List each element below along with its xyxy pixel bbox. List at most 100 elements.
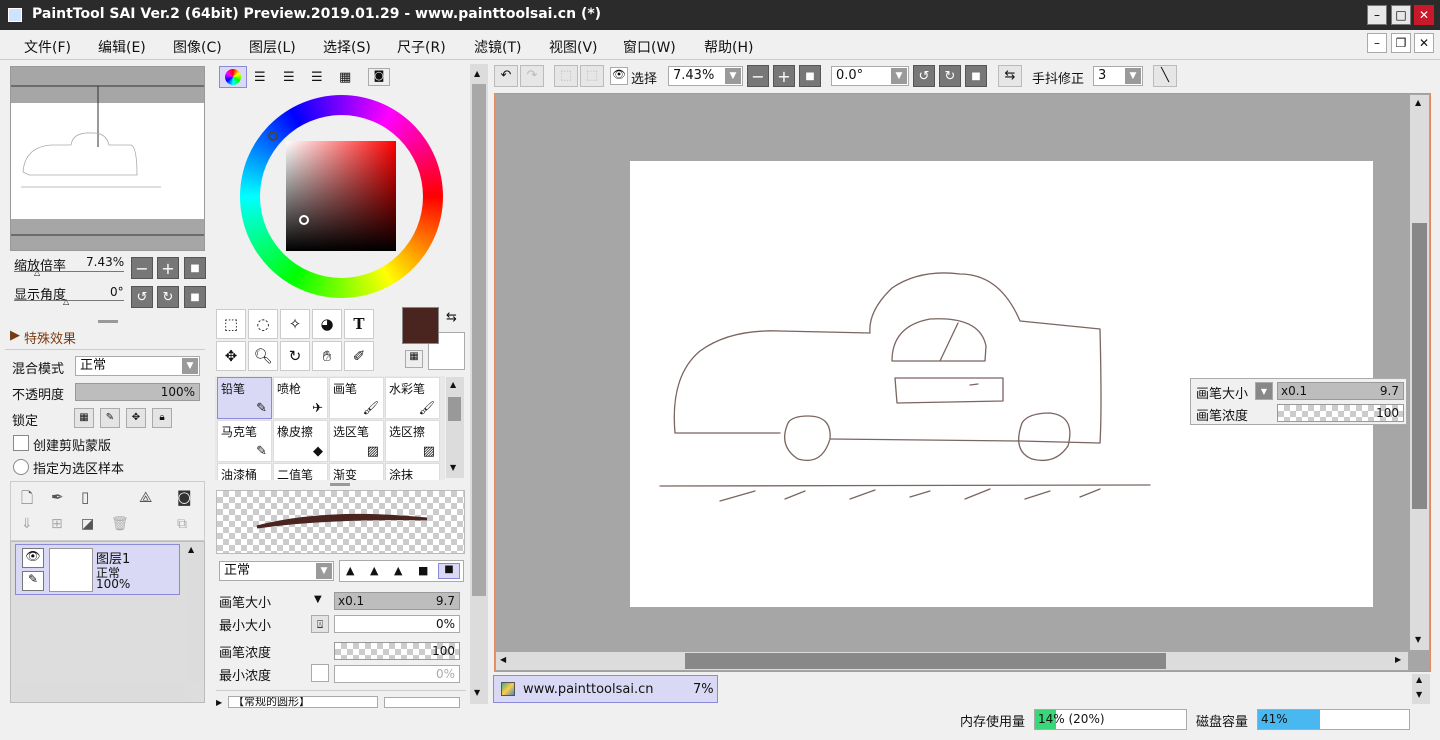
maximize-button[interactable]: □ — [1391, 5, 1411, 25]
close-button[interactable]: ✕ — [1414, 5, 1434, 25]
brush-scrollbar[interactable]: ▲ ▼ — [446, 377, 464, 478]
density-slider[interactable]: 100 — [334, 642, 460, 660]
preset-extra[interactable] — [384, 697, 460, 708]
pencil-icon[interactable]: ✎ — [22, 571, 44, 591]
swatches-tab[interactable]: ☰ — [311, 70, 323, 85]
brush-size-menu-icon[interactable]: ▼ — [314, 594, 322, 605]
panel-grip[interactable] — [330, 483, 350, 486]
pressure-size-icon[interactable]: ⍍ — [311, 615, 329, 633]
hsv-slider-tab[interactable]: ☰ — [283, 70, 295, 85]
clear-layer-icon[interactable]: ◪ — [81, 516, 94, 532]
menu-select[interactable]: 选择(S) — [323, 37, 371, 57]
toolbar-rotate-reset-button[interactable]: ■ — [965, 65, 987, 87]
panel-grip[interactable] — [98, 320, 118, 323]
delete-layer-icon[interactable]: 🗑︎ — [111, 516, 129, 532]
brush-blur[interactable]: 涂抹 — [385, 463, 440, 480]
angle-select[interactable]: 0.0° ▼ — [831, 66, 909, 86]
scroll-down-icon[interactable]: ▼ — [1415, 635, 1421, 644]
brush-shape-4-icon[interactable]: ■ — [418, 564, 428, 577]
tab-scroll[interactable]: ▲ ▼ — [1412, 674, 1430, 704]
mixer-tab[interactable]: ▦ — [339, 70, 351, 85]
menu-filter[interactable]: 滤镜(T) — [474, 37, 521, 57]
lock-move-icon[interactable]: ✥ — [126, 408, 146, 428]
brush-marker[interactable]: 马克笔 ✎ — [217, 420, 272, 462]
transparent-color-icon[interactable]: ▦ — [405, 350, 423, 368]
eyedropper-tool[interactable]: ✐ — [344, 341, 374, 371]
canvas-hscrollbar[interactable]: ◀ ▶ — [496, 652, 1408, 670]
rgb-slider-tab[interactable]: ☰ — [254, 70, 266, 85]
scroll-up-icon[interactable]: ▲ — [450, 380, 456, 389]
brush-brush[interactable]: 画笔 🖌︎ — [329, 377, 384, 419]
brush-watercolor[interactable]: 水彩笔 🖌︎ — [385, 377, 440, 419]
angle-slider-thumb[interactable]: △ — [63, 297, 69, 306]
lock-paint-icon[interactable]: ✎ — [100, 408, 120, 428]
panel-scrollbar[interactable]: ▲ ▼ — [470, 64, 488, 704]
flip-horizontal-button[interactable]: ⇆ — [998, 65, 1022, 87]
brush-scroll-thumb[interactable] — [448, 397, 461, 421]
scroll-down-icon[interactable]: ▼ — [1416, 690, 1422, 699]
scroll-up-icon[interactable]: ▲ — [474, 69, 480, 78]
canvas-vscroll-thumb[interactable] — [1412, 223, 1427, 509]
mdi-close-button[interactable]: ✕ — [1414, 33, 1434, 53]
redo-button[interactable]: ↷ — [520, 65, 544, 87]
new-folder-icon[interactable]: ▯ — [81, 488, 89, 506]
brush-pencil[interactable]: 铅笔 ✎ — [217, 377, 272, 419]
preset-arrow-icon[interactable]: ▶ — [216, 698, 222, 707]
pressure-density-checkbox[interactable] — [311, 664, 329, 682]
shape-tool[interactable]: ◕ — [312, 309, 342, 339]
brush-gradient[interactable]: 渐变 — [329, 463, 384, 480]
preset-select[interactable]: 【常规的圆形】 — [228, 696, 378, 708]
move-tool[interactable]: ✥ — [216, 341, 246, 371]
menu-window[interactable]: 窗口(W) — [623, 37, 676, 57]
brush-eraser[interactable]: 橡皮擦 ◆ — [273, 420, 328, 462]
zoom-slider-thumb[interactable]: △ — [34, 268, 40, 277]
blend-mode-select[interactable]: 正常 ▼ — [75, 356, 200, 376]
rotate-reset-button[interactable]: ■ — [184, 286, 206, 308]
scratchpad-tab[interactable]: ◙ — [368, 68, 390, 86]
layer-item[interactable]: 👁︎ ✎ 图层1 正常 100% — [15, 544, 180, 595]
line-mode-button[interactable]: ╲ — [1153, 65, 1177, 87]
rotate-tool[interactable]: ↻ — [280, 341, 310, 371]
scroll-up-icon[interactable]: ▲ — [1416, 675, 1422, 684]
brush-shape-2-icon[interactable]: ▲ — [370, 564, 378, 577]
lock-transparency-icon[interactable]: ▦ — [74, 408, 94, 428]
toolbar-zoom-in-button[interactable]: + — [773, 65, 795, 87]
lasso-tool[interactable]: ◌ — [248, 309, 278, 339]
rotate-cw-button[interactable]: ↻ — [157, 286, 179, 308]
canvas-hscroll-thumb[interactable] — [685, 653, 1166, 669]
brush-airbrush[interactable]: 喷枪 ✈ — [273, 377, 328, 419]
zoom-in-button[interactable]: + — [157, 257, 179, 279]
mdi-restore-button[interactable]: ❐ — [1391, 33, 1411, 53]
effects-arrow-icon[interactable]: ▶ — [10, 328, 20, 343]
hand-tool[interactable]: ✋︎ — [312, 341, 342, 371]
zoom-reset-button[interactable]: ■ — [184, 257, 206, 279]
swap-colors-icon[interactable]: ⇆ — [446, 310, 457, 325]
brush-selection-pen[interactable]: 选区笔 ▨ — [329, 420, 384, 462]
min-density-slider[interactable]: 0% — [334, 665, 460, 683]
navigator-preview[interactable] — [10, 66, 205, 251]
selection-source-radio[interactable] — [13, 459, 29, 475]
text-tool[interactable]: T — [344, 309, 374, 339]
scroll-up-icon[interactable]: ▲ — [1415, 98, 1421, 107]
transfer-down-icon[interactable]: ⇓ — [21, 516, 33, 532]
min-size-slider[interactable]: 0% — [334, 615, 460, 633]
color-cursor[interactable] — [299, 215, 309, 225]
overlay-brush-size-slider[interactable]: x0.1 9.7 — [1277, 382, 1404, 400]
effects-header[interactable]: 特殊效果 — [24, 328, 76, 347]
mdi-minimize-button[interactable]: – — [1367, 33, 1387, 53]
magic-wand-tool[interactable]: ✧ — [280, 309, 310, 339]
brush-shape-5-icon[interactable]: ■ — [438, 563, 460, 579]
mask-apply-icon[interactable]: ⧉ — [177, 516, 187, 532]
canvas-vscrollbar[interactable]: ▲ ▼ — [1410, 95, 1429, 650]
brush-size-slider[interactable]: x0.1 9.7 — [334, 592, 460, 610]
stabilizer-select[interactable]: 3 ▼ — [1093, 66, 1143, 86]
brush-binary[interactable]: 二值笔 — [273, 463, 328, 480]
zoom-slider[interactable] — [14, 271, 124, 272]
menu-layer[interactable]: 图层(L) — [249, 37, 296, 57]
rect-select-tool[interactable]: ⬚ — [216, 309, 246, 339]
scroll-right-icon[interactable]: ▶ — [1395, 655, 1401, 664]
menu-view[interactable]: 视图(V) — [549, 37, 598, 57]
brush-bucket[interactable]: 油漆桶 — [217, 463, 272, 480]
scroll-up-icon[interactable]: ▲ — [188, 545, 194, 554]
scroll-left-icon[interactable]: ◀ — [500, 655, 506, 664]
